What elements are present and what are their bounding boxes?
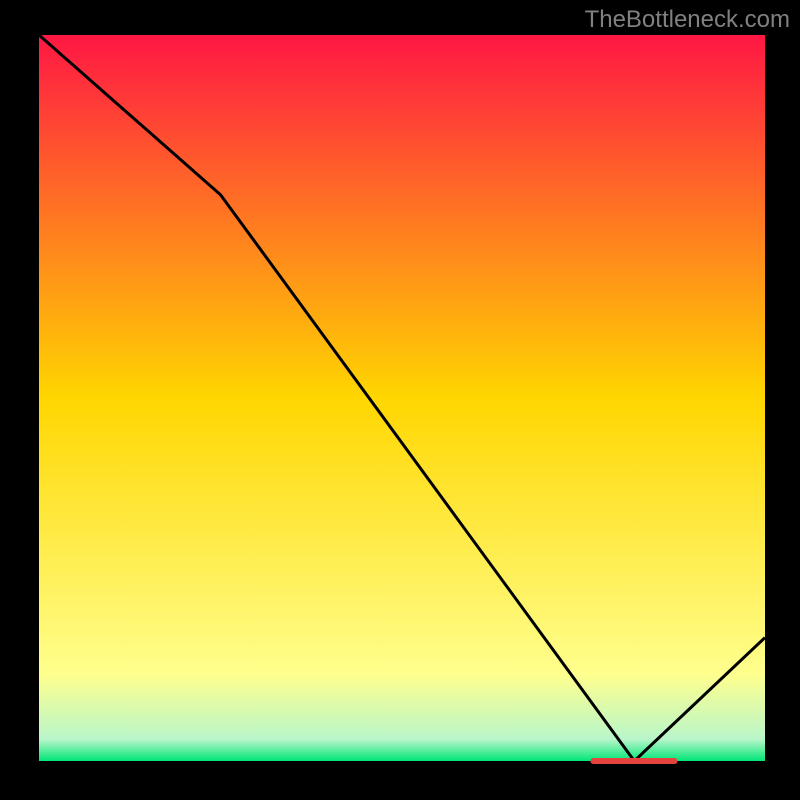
plot-area: [35, 35, 765, 765]
data-line: [39, 35, 765, 761]
optimal-marker: [591, 758, 678, 764]
attribution-text: TheBottleneck.com: [585, 6, 790, 34]
chart-container: TheBottleneck.com: [0, 0, 800, 800]
